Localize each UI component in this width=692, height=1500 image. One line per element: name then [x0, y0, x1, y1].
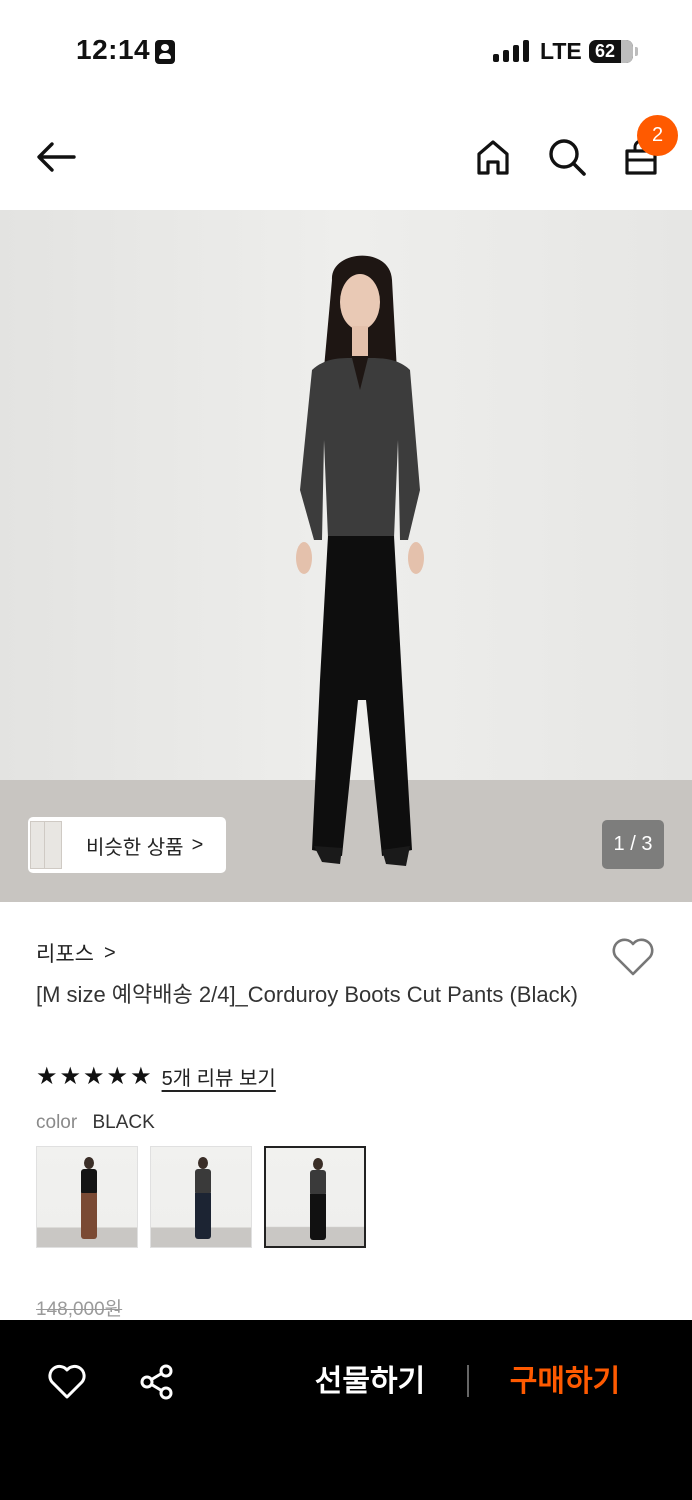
product-title: [M size 예약배송 2/4]_Corduroy Boots Cut Pan…	[36, 982, 578, 1007]
product-image[interactable]	[0, 210, 692, 902]
cellular-signal-icon	[493, 40, 529, 62]
star-icon: ★	[130, 1062, 152, 1090]
color-row: color BLACK	[36, 1112, 155, 1134]
rating-row: ★ ★ ★ ★ ★ 5개 리뷰 보기	[36, 1062, 276, 1091]
similar-thumbnail	[28, 817, 68, 873]
star-icon: ★	[59, 1062, 82, 1090]
brand-link[interactable]: 리포스 >	[36, 938, 116, 968]
bottom-action-bar: 선물하기 구매하기	[0, 1320, 692, 1500]
network-type: LTE	[540, 38, 582, 64]
bottom-wishlist-button[interactable]	[45, 1360, 89, 1404]
star-icon: ★	[83, 1062, 105, 1090]
color-label: color	[36, 1112, 78, 1133]
chevron-right-icon: >	[103, 941, 116, 964]
heart-icon	[612, 938, 654, 976]
reviews-link[interactable]: 5개 리뷰 보기	[162, 1062, 276, 1091]
search-icon	[549, 139, 586, 176]
color-swatch-brown[interactable]	[36, 1146, 138, 1248]
status-bar: 12:14 LTE 62	[0, 0, 692, 100]
status-time: 12:14	[76, 34, 151, 65]
similar-products-button[interactable]: 비슷한 상품 >	[28, 817, 226, 873]
brand-name: 리포스	[36, 943, 94, 966]
chevron-right-icon: >	[191, 833, 204, 856]
battery-icon: 62	[589, 40, 633, 63]
color-swatch-navy[interactable]	[150, 1146, 252, 1248]
cart-count-badge: 2	[637, 115, 678, 156]
share-icon	[140, 1364, 173, 1400]
image-page-indicator: 1 / 3	[602, 820, 664, 869]
back-button[interactable]	[32, 133, 80, 181]
star-icon: ★	[36, 1062, 58, 1090]
back-arrow-icon	[37, 142, 76, 172]
color-value: BLACK	[92, 1112, 155, 1133]
home-icon	[477, 140, 509, 175]
battery-level: 62	[595, 41, 616, 61]
color-swatch-black[interactable]	[264, 1146, 366, 1248]
top-nav	[0, 100, 692, 210]
similar-products-label: 비슷한 상품	[86, 836, 184, 859]
bottom-divider	[467, 1365, 469, 1397]
rating-stars: ★ ★ ★ ★ ★	[36, 1063, 152, 1091]
home-button[interactable]	[469, 133, 517, 181]
search-button[interactable]	[543, 133, 591, 181]
contact-card-icon	[155, 40, 175, 64]
color-swatches	[36, 1146, 366, 1248]
share-button[interactable]	[135, 1360, 179, 1404]
original-price: 148,000원	[36, 1299, 123, 1320]
battery-tip	[635, 47, 638, 56]
buy-button[interactable]: 구매하기	[500, 1358, 630, 1406]
wishlist-button[interactable]	[610, 936, 656, 978]
heart-icon	[48, 1364, 86, 1399]
star-icon: ★	[106, 1062, 129, 1090]
model-figure	[296, 255, 424, 866]
gift-button[interactable]: 선물하기	[305, 1358, 435, 1406]
